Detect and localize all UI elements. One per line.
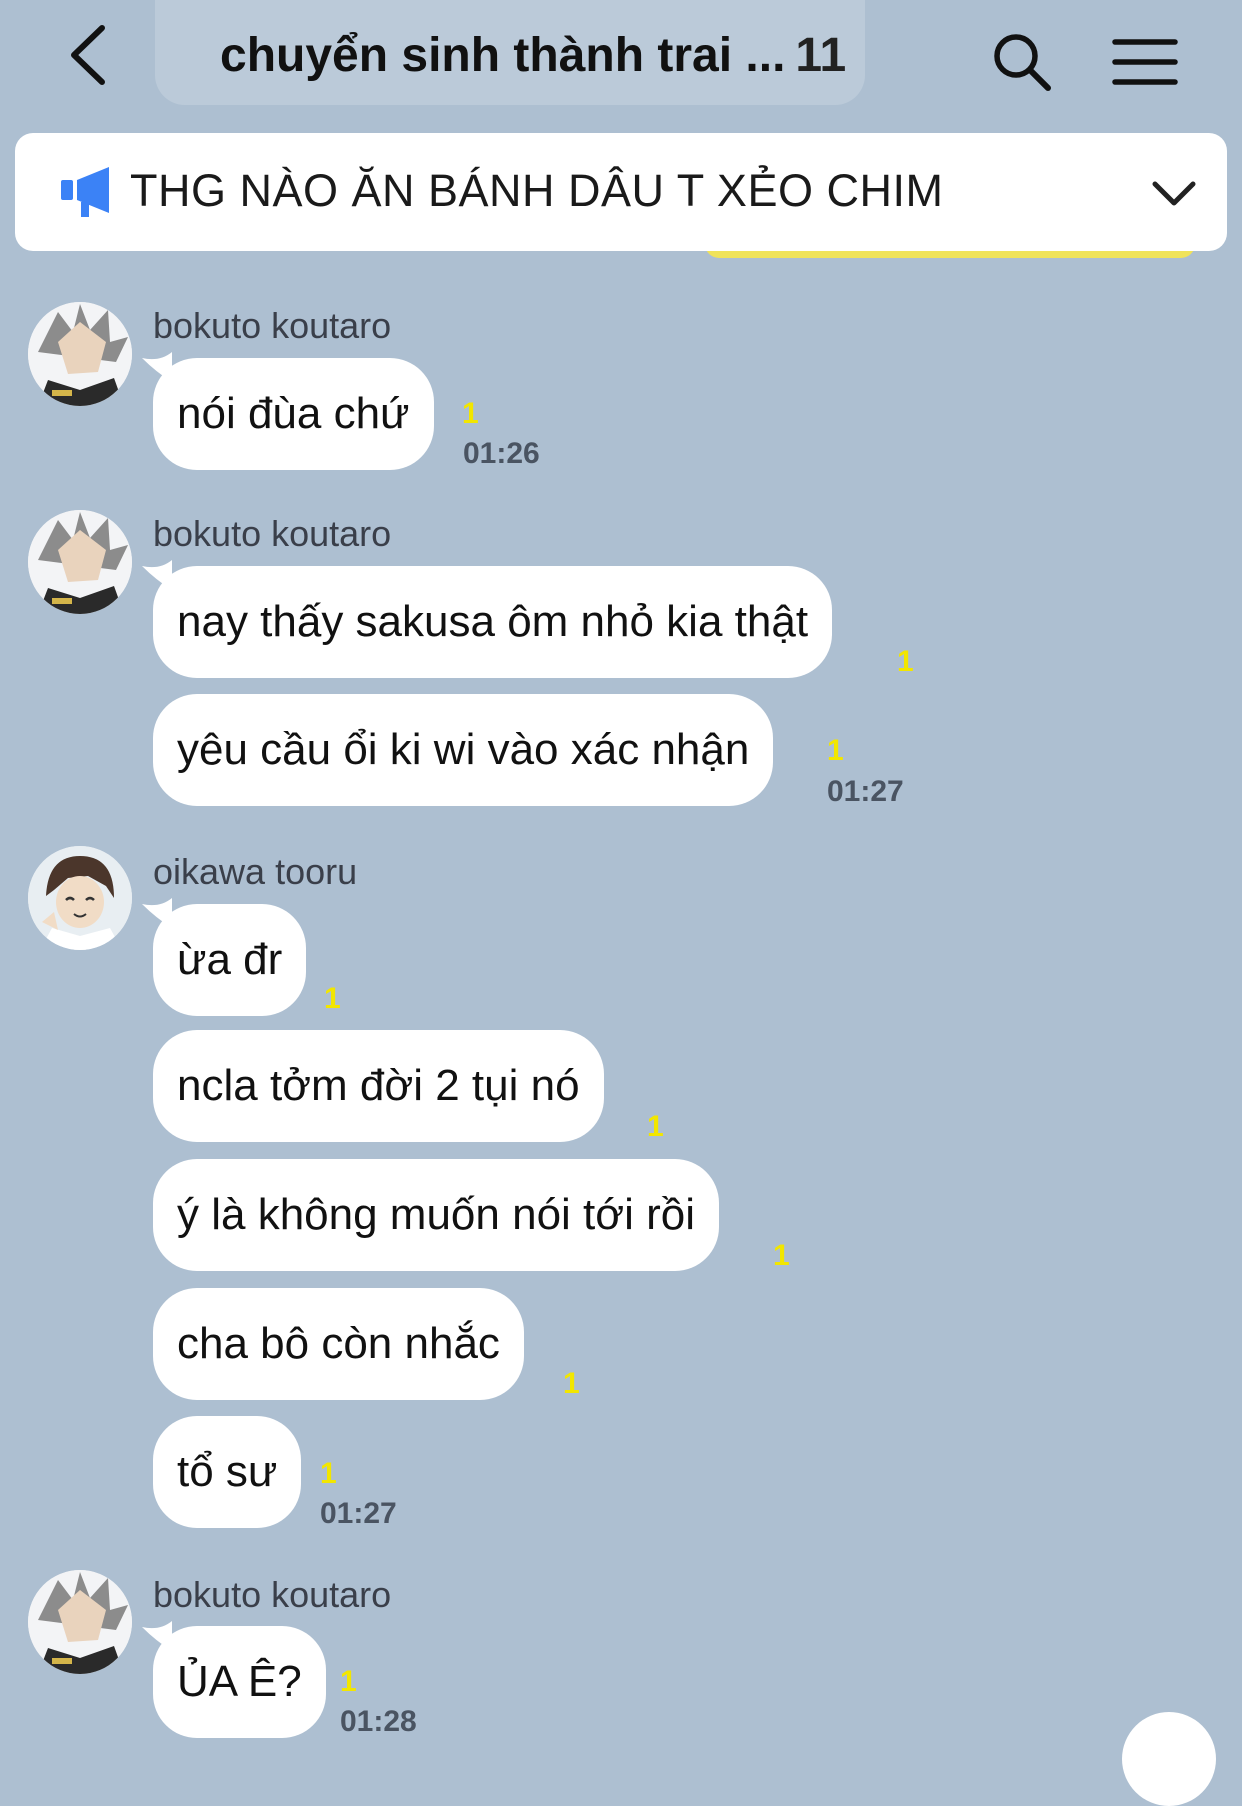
search-icon (994, 34, 1051, 91)
sender-name: bokuto koutaro (153, 305, 392, 346)
avatar-bokuto[interactable] (28, 302, 132, 406)
read-count: 1 (320, 1457, 337, 1490)
pinned-announcement[interactable]: THG NÀO ĂN BÁNH DÂU T XẺO CHIM (15, 133, 1227, 251)
message-time: 01:27 (320, 1497, 397, 1530)
hamburger-menu-icon (1112, 39, 1178, 85)
menu-button[interactable] (1112, 34, 1178, 90)
message-bubble[interactable]: ỦA Ê? (153, 1626, 326, 1738)
avatar-oikawa[interactable] (28, 846, 132, 950)
member-count: 11 (795, 29, 847, 82)
read-count: 1 (773, 1239, 790, 1272)
search-button[interactable] (990, 30, 1054, 94)
message-bubble[interactable]: nói đùa chứ (153, 358, 434, 470)
message-bubble[interactable]: ừa đr (153, 904, 307, 1016)
message-bubble[interactable]: yêu cầu ổi ki wi vào xác nhận (153, 694, 774, 806)
message-bubble[interactable]: ý là không muốn nói tới rồi (153, 1159, 720, 1271)
read-count: 1 (563, 1367, 580, 1400)
chat-title-text: chuyển sinh thành trai ... (220, 29, 786, 82)
announcement-text: THG NÀO ĂN BÁNH DÂU T XẺO CHIM (130, 165, 944, 216)
sender-name: bokuto koutaro (153, 1574, 392, 1615)
avatar-bokuto[interactable] (28, 510, 132, 614)
avatar-bokuto[interactable] (28, 1570, 132, 1674)
read-count: 1 (340, 1665, 357, 1698)
read-count: 1 (647, 1110, 664, 1143)
read-count: 1 (324, 982, 341, 1015)
back-button[interactable] (62, 20, 122, 90)
megaphone-icon (61, 167, 109, 217)
read-count: 1 (462, 397, 479, 430)
read-count: 1 (897, 645, 914, 678)
sender-name: bokuto koutaro (153, 513, 392, 554)
message-bubble[interactable]: cha bô còn nhắc (153, 1288, 524, 1400)
chat-header: chuyển sinh thành trai ... 11 (0, 0, 1242, 110)
chevron-down-icon[interactable] (1147, 167, 1201, 221)
chevron-left-icon (71, 25, 105, 85)
message-time: 01:27 (827, 775, 904, 808)
sender-name: oikawa tooru (153, 851, 358, 892)
scroll-to-bottom-button[interactable] (1122, 1712, 1216, 1806)
message-time: 01:26 (463, 437, 540, 470)
message-time: 01:28 (340, 1705, 417, 1738)
message-bubble[interactable]: ncla tởm đời 2 tụi nó (153, 1030, 604, 1142)
chat-title[interactable]: chuyển sinh thành trai ... 11 (220, 24, 920, 88)
message-bubble[interactable]: nay thấy sakusa ôm nhỏ kia thật (153, 566, 833, 678)
message-bubble[interactable]: tổ sư (153, 1416, 302, 1528)
read-count: 1 (827, 734, 844, 767)
